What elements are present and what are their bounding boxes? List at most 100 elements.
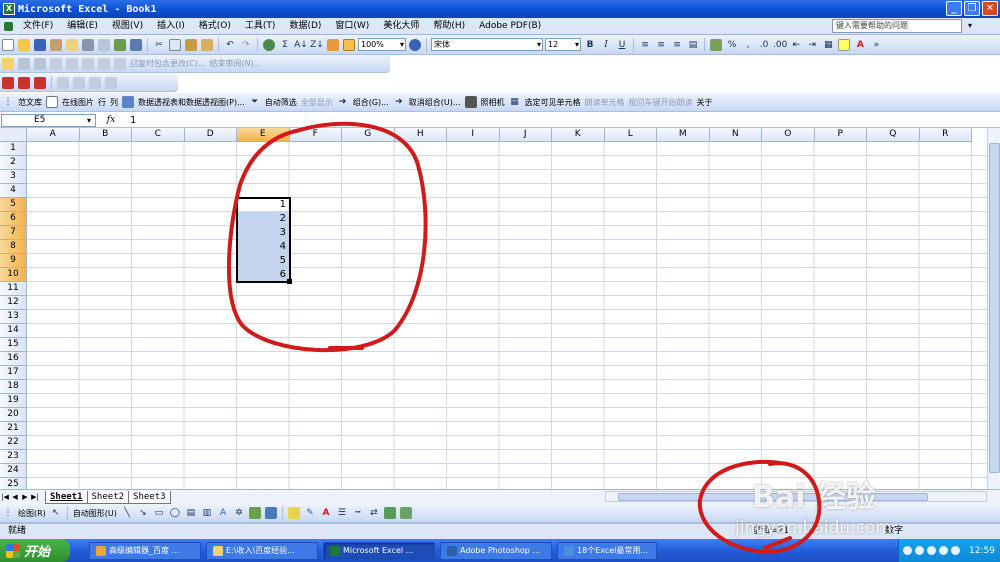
row-header-10[interactable]: 10 (0, 268, 27, 282)
formula-input[interactable]: 1 (126, 115, 136, 126)
print-preview-icon[interactable] (97, 38, 111, 52)
permission-icon[interactable] (49, 38, 63, 52)
menu-adobe-pdf[interactable]: Adobe PDF(B) (472, 18, 548, 35)
3d-icon[interactable] (399, 506, 413, 520)
speak-on-enter-button[interactable]: 按回车键开始朗读 (627, 97, 695, 108)
column-header-j[interactable]: J (499, 128, 552, 142)
pivot-table-button[interactable]: 数据透视表和数据透视图(P)... (136, 97, 247, 108)
autoshapes-button[interactable]: 自动图形(U) (71, 508, 119, 519)
row-header-17[interactable]: 17 (0, 366, 27, 380)
help-dropdown-icon[interactable]: ▾ (968, 21, 972, 30)
review-accept-icon[interactable] (97, 57, 111, 71)
camera-button[interactable]: 照相机 (479, 97, 507, 108)
menu-format[interactable]: 格式(O) (192, 18, 238, 35)
font-color-icon[interactable]: A (853, 38, 867, 52)
underline-button[interactable]: U (615, 38, 629, 52)
row-header-9[interactable]: 9 (0, 254, 27, 268)
worksheet-grid[interactable]: ABCDEFGHIJKLMNOPQR 1 2 3 4 5 6 7 8 9 10 11 12 13 14 15… (0, 128, 1000, 489)
toolbar-options-icon[interactable]: » (869, 38, 883, 52)
format-painter-icon[interactable] (200, 38, 214, 52)
currency-icon[interactable] (709, 38, 723, 52)
review-prev-icon[interactable] (17, 57, 31, 71)
ungroup-icon[interactable]: ➜ (392, 95, 406, 109)
fill-handle[interactable] (286, 279, 292, 284)
print-icon[interactable] (81, 38, 95, 52)
column-header-l[interactable]: L (604, 128, 657, 142)
line-color-icon[interactable]: ✎ (303, 506, 317, 520)
sheet-tab-1[interactable]: Sheet1 (45, 490, 88, 504)
review-end-button[interactable]: 结束审阅(N)... (207, 58, 263, 69)
column-header-d[interactable]: D (184, 128, 237, 142)
menu-tools[interactable]: 工具(T) (238, 18, 283, 35)
security-icon[interactable] (927, 546, 936, 555)
select-visible-icon[interactable]: ▦ (508, 95, 522, 109)
row-header-11[interactable]: 11 (0, 282, 27, 296)
column-header-i[interactable]: I (447, 128, 500, 142)
menu-view[interactable]: 视图(V) (105, 18, 150, 35)
vertical-scroll-thumb[interactable] (989, 143, 1000, 473)
drawing-toggle-icon[interactable] (342, 38, 356, 52)
row-header-15[interactable]: 15 (0, 338, 27, 352)
row-header-1[interactable]: 1 (0, 142, 27, 156)
volume-icon[interactable] (939, 546, 948, 555)
font-select[interactable]: 宋体 (431, 38, 543, 51)
insert-function-icon[interactable]: fx (96, 115, 126, 125)
align-left-icon[interactable]: ≡ (638, 38, 652, 52)
insert-column-button[interactable]: 列 (108, 97, 120, 108)
font-size-select[interactable]: 12 (545, 38, 581, 51)
fill-bucket-icon[interactable] (287, 506, 301, 520)
row-header-14[interactable]: 14 (0, 324, 27, 338)
network-icon[interactable] (915, 546, 924, 555)
review-show-icon[interactable] (49, 57, 63, 71)
textbox-vertical-icon[interactable]: ▥ (200, 506, 214, 520)
comma-button[interactable]: , (741, 38, 755, 52)
camera-icon[interactable] (464, 95, 478, 109)
online-picture-icon[interactable] (45, 95, 59, 109)
row-header-18[interactable]: 18 (0, 380, 27, 394)
email-icon[interactable] (65, 38, 79, 52)
tool-d-icon[interactable] (104, 76, 118, 90)
menu-window[interactable]: 窗口(W) (328, 18, 376, 35)
review-track-icon[interactable] (65, 57, 79, 71)
column-header-g[interactable]: G (342, 128, 395, 142)
review-reply-button[interactable]: 回复时包含更改(C)... (128, 58, 207, 69)
last-sheet-icon[interactable]: ▶| (30, 493, 40, 501)
column-header-k[interactable]: K (552, 128, 605, 142)
tray-arrow-icon[interactable] (903, 546, 912, 555)
first-sheet-icon[interactable]: |◀ (0, 493, 10, 501)
column-header-o[interactable]: O (762, 128, 815, 142)
tool-a-icon[interactable] (56, 76, 70, 90)
taskbar-task-2[interactable]: E:\收入\百度经验... (206, 541, 318, 560)
increase-indent-icon[interactable]: ⇥ (805, 38, 819, 52)
undo-icon[interactable]: ↶ (223, 38, 237, 52)
hyperlink-icon[interactable] (262, 38, 276, 52)
row-header-25[interactable]: 25 (0, 478, 27, 489)
sheet-tab-3[interactable]: Sheet3 (128, 490, 171, 504)
sheet-menu-icon[interactable] (1, 19, 15, 33)
copy-icon[interactable] (168, 38, 182, 52)
dash-style-icon[interactable]: ┅ (351, 506, 365, 520)
align-right-icon[interactable]: ≡ (670, 38, 684, 52)
insert-row-button[interactable]: 行 (96, 97, 108, 108)
sort-descending-icon[interactable]: Z↓ (310, 38, 324, 52)
draw-menu-button[interactable]: 绘图(R) (16, 508, 48, 519)
paste-icon[interactable] (184, 38, 198, 52)
save-icon[interactable] (33, 38, 47, 52)
row-header-13[interactable]: 13 (0, 310, 27, 324)
menu-help[interactable]: 帮助(H) (426, 18, 472, 35)
row-header-5[interactable]: 5 (0, 198, 27, 212)
help-search-input[interactable]: 键入需要帮助的问题 (832, 19, 962, 33)
column-header-r[interactable]: R (919, 128, 972, 142)
close-button[interactable]: ✕ (982, 1, 998, 16)
pdf-convert-icon[interactable] (1, 76, 15, 90)
restore-button[interactable]: ❐ (964, 1, 980, 16)
row-header-23[interactable]: 23 (0, 450, 27, 464)
oval-icon[interactable]: ◯ (168, 506, 182, 520)
taskbar-task-4[interactable]: Adobe Photoshop ... (440, 541, 552, 560)
ungroup-button[interactable]: 取消组合(U)... (407, 97, 463, 108)
decrease-decimal-icon[interactable]: .00 (773, 38, 787, 52)
group-button[interactable]: 组合(G)... (351, 97, 391, 108)
taskbar-task-1[interactable]: 高级编辑器_百度 ... (89, 541, 201, 560)
autofilter-icon[interactable]: ⏷ (248, 95, 262, 109)
group-icon[interactable]: ➜ (336, 95, 350, 109)
